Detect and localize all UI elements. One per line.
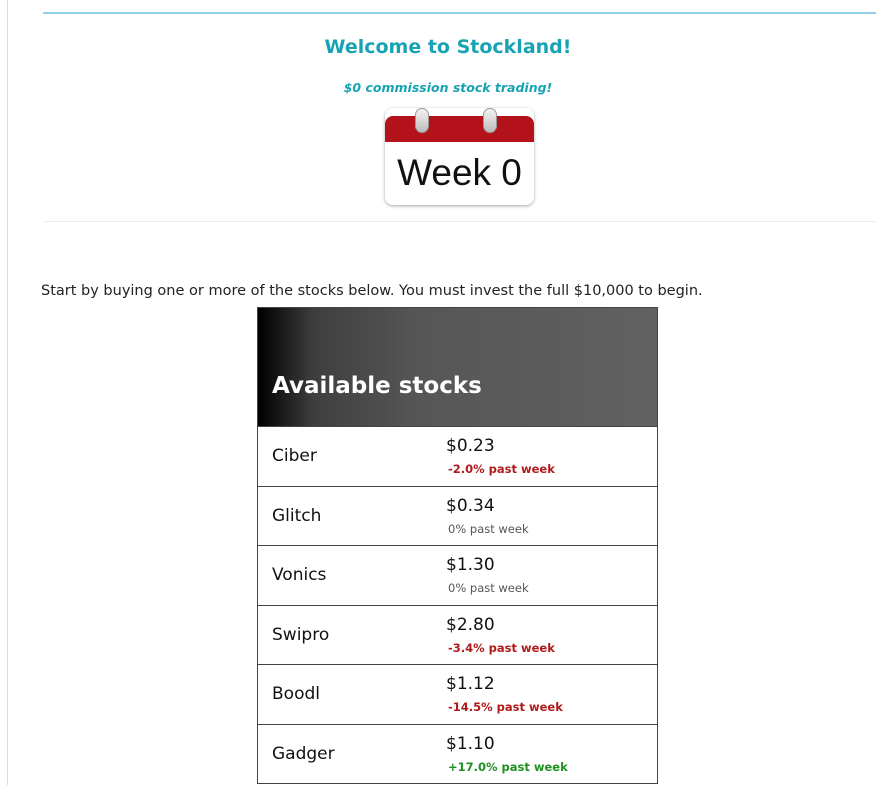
available-stocks-table: Available stocks Ciber $0.23 -2.0% past …	[257, 307, 658, 784]
header-top-rule	[43, 12, 876, 14]
stock-row-swipro[interactable]: Swipro $2.80 -3.4% past week	[258, 604, 657, 665]
stock-name: Gadger	[272, 743, 335, 764]
stock-name: Glitch	[272, 505, 322, 526]
stock-change: 0% past week	[448, 581, 529, 595]
stock-row-boodl[interactable]: Boodl $1.12 -14.5% past week	[258, 664, 657, 724]
stock-row-glitch[interactable]: Glitch $0.34 0% past week	[258, 485, 657, 546]
week-calendar-icon: Week 0	[385, 108, 534, 205]
stock-price: $0.23	[446, 436, 495, 456]
stock-row-gadger[interactable]: Gadger $1.10 +17.0% past week	[258, 723, 657, 784]
stock-change: -3.4% past week	[448, 640, 555, 655]
week-label: Week 0	[397, 152, 522, 193]
calendar-ring-left	[415, 108, 429, 133]
stock-price: $0.34	[446, 495, 495, 516]
page-subtitle: $0 commission stock trading!	[343, 80, 553, 95]
stock-name: Swipro	[272, 624, 330, 645]
stocks-table-title: Available stocks	[272, 373, 482, 399]
section-divider	[43, 221, 876, 222]
calendar-ring-right	[483, 108, 497, 133]
stock-row-ciber[interactable]: Ciber $0.23 -2.0% past week	[258, 426, 657, 486]
stock-price: $1.12	[446, 674, 495, 694]
stock-change: -14.5% past week	[448, 700, 563, 714]
stock-name: Boodl	[272, 684, 320, 704]
intro-text: Start by buying one or more of the stock…	[41, 283, 703, 299]
stocks-table-header: Available stocks	[258, 308, 657, 426]
page-left-border	[7, 0, 8, 785]
stock-name: Ciber	[272, 446, 317, 466]
stock-row-vonics[interactable]: Vonics $1.30 0% past week	[258, 545, 657, 605]
stock-name: Vonics	[272, 565, 327, 585]
calendar-header-bar	[385, 116, 534, 142]
page-title: Welcome to Stockland!	[324, 36, 572, 58]
stock-change: +17.0% past week	[448, 759, 568, 774]
stock-price: $1.10	[446, 733, 495, 754]
stock-price: $2.80	[446, 614, 495, 635]
stock-price: $1.30	[446, 555, 495, 575]
stock-change: 0% past week	[448, 521, 529, 536]
stock-change: -2.0% past week	[448, 462, 555, 476]
